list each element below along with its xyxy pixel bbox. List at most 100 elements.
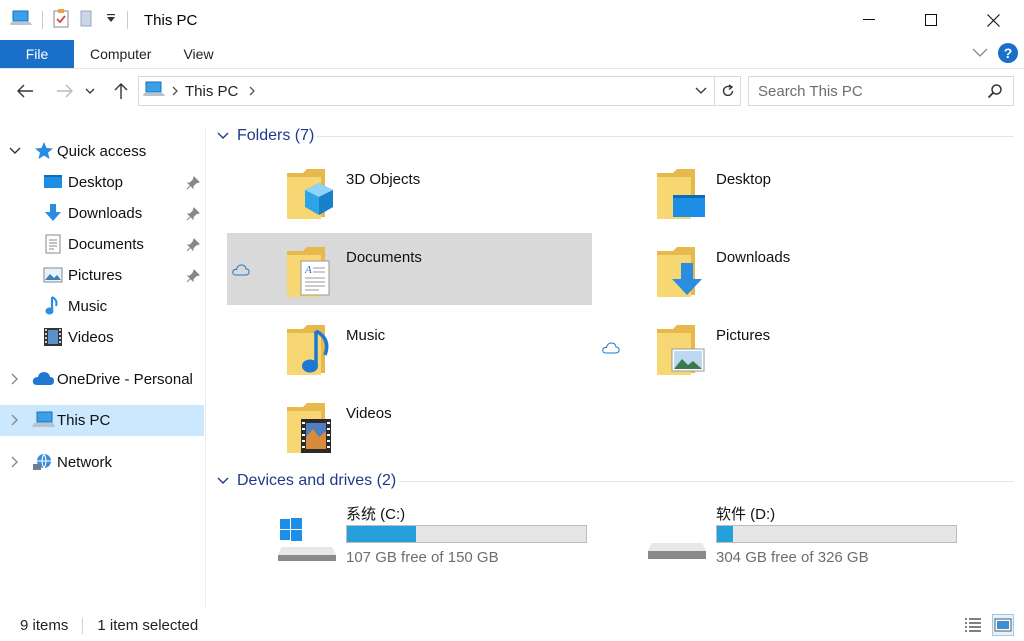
breadcrumb-this-pc[interactable]: This PC (185, 83, 238, 100)
folder-3d-objects-icon (287, 169, 333, 219)
folder-downloads-icon (657, 247, 702, 297)
sidebar-item-music[interactable]: Music (0, 291, 204, 322)
tiles-view-button[interactable] (992, 614, 1014, 636)
minimize-button[interactable] (838, 0, 900, 40)
film-icon (44, 328, 62, 346)
tab-view[interactable]: View (167, 40, 229, 68)
folder-music[interactable]: Music (227, 311, 592, 383)
this-pc-icon (32, 411, 55, 427)
minimize-icon (863, 19, 875, 20)
drive-c[interactable]: 系统 (C:) 107 GB free of 150 GB (278, 503, 638, 573)
help-icon: ? (1003, 45, 1013, 61)
chevron-down-icon (217, 132, 229, 139)
breadcrumb-separator-icon[interactable] (248, 83, 256, 100)
drive-free-space: 304 GB free of 326 GB (716, 549, 869, 566)
pin-icon[interactable] (186, 269, 200, 283)
arrow-up-icon (114, 83, 128, 99)
maximize-icon (925, 14, 937, 26)
details-view-button[interactable] (962, 614, 984, 636)
back-button[interactable] (12, 76, 38, 106)
toolbar-separator (42, 11, 43, 29)
drive-usage-bar (716, 525, 957, 543)
up-button[interactable] (108, 76, 134, 106)
group-header-label: Folders (7) (237, 127, 315, 144)
sidebar-item-quick-access[interactable]: Quick access (0, 136, 204, 167)
forward-button[interactable] (52, 76, 78, 106)
sidebar-item-this-pc[interactable]: This PC (0, 405, 204, 436)
address-bar[interactable]: This PC (138, 76, 741, 106)
address-history-button[interactable] (690, 77, 712, 105)
drive-free-space: 107 GB free of 150 GB (346, 549, 499, 566)
windows-drive-icon (278, 518, 336, 561)
this-pc-icon[interactable] (10, 9, 32, 31)
folder-music-icon (287, 325, 329, 375)
sidebar-item-documents[interactable]: Documents (0, 229, 204, 260)
sidebar-item-desktop[interactable]: Desktop (0, 167, 204, 198)
group-header-devices[interactable]: Devices and drives (2) (217, 470, 396, 492)
search-input[interactable] (758, 82, 978, 100)
drive-usage-bar (346, 525, 587, 543)
pin-icon[interactable] (186, 207, 200, 221)
chevron-down-icon[interactable] (9, 145, 21, 157)
search-box (748, 76, 1014, 106)
tab-computer[interactable]: Computer (74, 40, 167, 68)
group-header-label: Devices and drives (2) (237, 472, 397, 489)
sidebar-item-label: Network (57, 454, 113, 471)
sidebar-item-label: Pictures (68, 267, 123, 284)
breadcrumb-separator-icon[interactable] (171, 83, 179, 100)
chevron-right-icon[interactable] (9, 414, 21, 426)
folder-videos[interactable]: Videos (227, 389, 592, 461)
folder-label: Desktop (716, 171, 772, 188)
properties-icon[interactable] (53, 8, 71, 32)
sidebar-item-label: Desktop (68, 174, 124, 191)
drive-label: 系统 (C:) (346, 506, 406, 523)
sidebar-item-network[interactable]: Network (0, 447, 204, 478)
folder-desktop[interactable]: Desktop (597, 155, 962, 227)
sidebar-item-videos[interactable]: Videos (0, 322, 204, 353)
details-view-icon (965, 618, 981, 632)
help-button[interactable]: ? (998, 43, 1018, 63)
chevron-right-icon[interactable] (9, 456, 21, 468)
chevron-right-icon[interactable] (9, 373, 21, 385)
sidebar-item-label: Downloads (68, 205, 143, 222)
customize-toolbar-icon[interactable] (105, 12, 117, 29)
document-icon (45, 234, 61, 254)
pin-icon[interactable] (186, 238, 200, 252)
sidebar-item-label: This PC (57, 412, 111, 429)
expand-ribbon-button[interactable] (972, 45, 988, 62)
network-icon (33, 453, 51, 470)
sidebar-item-pictures[interactable]: Pictures (0, 260, 204, 291)
close-icon (986, 13, 1000, 27)
onedrive-cloud-icon (32, 372, 54, 385)
status-separator (82, 617, 84, 634)
folder-3d-objects[interactable]: 3D Objects (227, 155, 592, 227)
content-pane: Folders (7) 3D Objects Desktop A Documen… (207, 112, 1024, 608)
tab-file[interactable]: File (0, 40, 74, 68)
folder-documents[interactable]: A Documents (227, 233, 592, 305)
recent-locations-button[interactable] (82, 76, 98, 106)
maximize-button[interactable] (900, 0, 962, 40)
group-header-folders[interactable]: Folders (7) (217, 125, 314, 147)
new-folder-icon[interactable] (79, 8, 97, 32)
picture-icon (43, 267, 63, 283)
svg-text:A: A (304, 264, 312, 276)
sidebar-item-onedrive[interactable]: OneDrive - Personal (0, 364, 204, 395)
status-bar: 9 items 1 item selected (0, 610, 1024, 641)
folder-downloads[interactable]: Downloads (597, 233, 962, 305)
cloud-status-icon (232, 264, 250, 276)
folder-label: Music (346, 327, 386, 344)
window-title: This PC (144, 11, 198, 29)
search-icon[interactable] (987, 83, 1003, 103)
folder-label: Documents (346, 249, 422, 266)
status-item-count: 9 items (20, 617, 69, 634)
folder-pictures[interactable]: Pictures (597, 311, 962, 383)
pin-icon[interactable] (186, 176, 200, 190)
sidebar-item-label: Documents (68, 236, 144, 253)
folder-videos-icon (287, 403, 331, 453)
sidebar-item-downloads[interactable]: Downloads (0, 198, 204, 229)
close-button[interactable] (962, 0, 1024, 40)
drive-d[interactable]: 软件 (D:) 304 GB free of 326 GB (648, 503, 1008, 573)
refresh-button[interactable] (714, 77, 740, 105)
this-pc-icon (143, 80, 165, 102)
arrow-left-icon (17, 84, 33, 98)
